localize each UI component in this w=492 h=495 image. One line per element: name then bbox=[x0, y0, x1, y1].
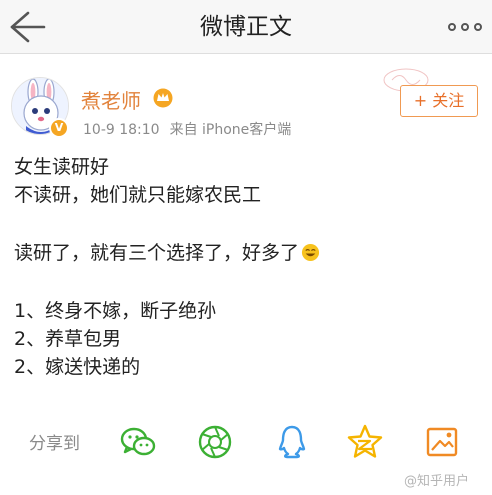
page-title: 微博正文 bbox=[200, 14, 292, 40]
post-line-text: 读研了，就有三个选择了，好多了 bbox=[14, 242, 300, 264]
post-line: 2、养草包男 bbox=[14, 328, 122, 350]
more-dot-icon bbox=[474, 23, 482, 31]
moments-icon[interactable] bbox=[195, 422, 235, 462]
share-bar: 分享到 bbox=[0, 412, 492, 472]
post-header: V 煮老师 10-9 18:10 来自 iPhone客户端 + 关注 bbox=[0, 55, 492, 147]
watermark: @知乎用户 bbox=[404, 474, 470, 489]
post-meta: 10-9 18:10 来自 iPhone客户端 bbox=[83, 119, 291, 139]
post-line: 2、嫁送快递的 bbox=[14, 356, 141, 378]
post-line: 读研了，就有三个选择了，好多了 bbox=[14, 241, 320, 265]
qq-icon[interactable] bbox=[272, 422, 312, 462]
laugh-emoji-icon bbox=[301, 243, 320, 262]
follow-button[interactable]: + 关注 bbox=[400, 85, 478, 117]
share-label: 分享到 bbox=[29, 434, 80, 454]
verified-badge-icon: V bbox=[49, 118, 69, 138]
post-time: 10-9 18:10 bbox=[83, 122, 160, 138]
more-dot-icon bbox=[461, 23, 469, 31]
more-dot-icon bbox=[448, 23, 456, 31]
post-line: 不读研，她们就只能嫁农民工 bbox=[14, 184, 262, 206]
weibo-photo-icon[interactable] bbox=[422, 422, 462, 462]
vip-crown-icon bbox=[153, 88, 173, 108]
post-line: 1、终身不嫁，断子绝孙 bbox=[14, 300, 217, 322]
qzone-icon[interactable] bbox=[345, 422, 385, 462]
post-source: 来自 iPhone客户端 bbox=[169, 122, 292, 138]
post-line: 女生读研好 bbox=[14, 156, 110, 178]
author-name[interactable]: 煮老师 bbox=[81, 85, 141, 114]
wechat-icon[interactable] bbox=[118, 422, 158, 462]
top-navbar: 微博正文 bbox=[0, 0, 492, 54]
more-options-button[interactable] bbox=[448, 14, 482, 40]
